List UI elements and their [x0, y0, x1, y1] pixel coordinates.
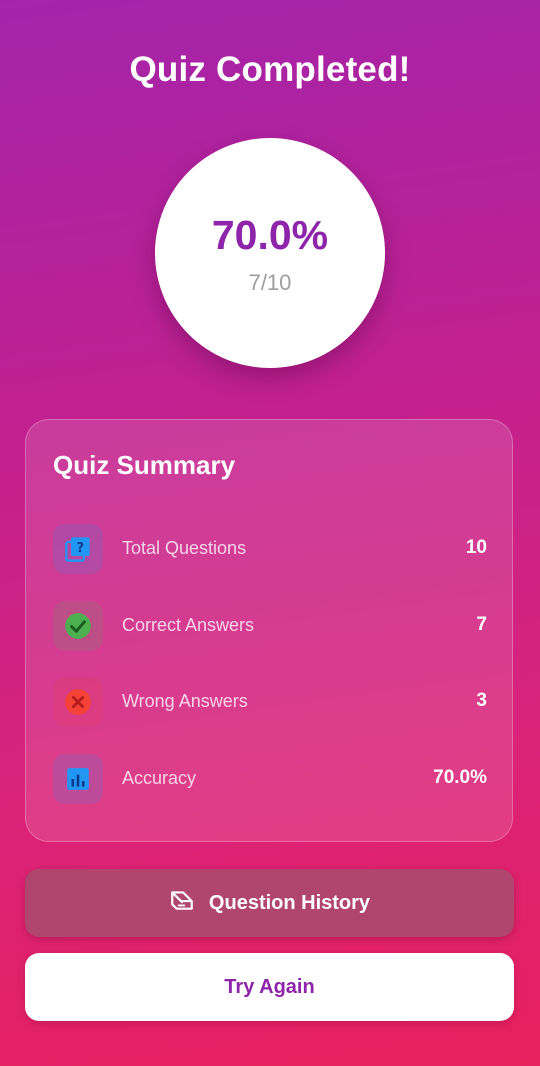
bar-chart-icon — [53, 754, 103, 804]
quiz-icon: ? — [53, 524, 103, 574]
score-percent: 70.0% — [211, 212, 329, 258]
try-again-label: Try Again — [224, 975, 315, 998]
question-history-button[interactable]: Question History — [25, 869, 514, 937]
score-fraction: 7/10 — [248, 270, 292, 295]
question-history-label: Question History — [208, 891, 371, 914]
cancel-circle-icon — [53, 677, 103, 727]
summary-value: 10 — [465, 537, 487, 558]
summary-value: 7 — [476, 614, 487, 635]
quiz-summary-card: Quiz Summary ? Total Questions 10 Correc… — [25, 419, 513, 842]
check-circle-icon — [53, 601, 103, 651]
summary-row-accuracy: Accuracy 70.0% — [53, 754, 487, 804]
summary-label: Correct Answers — [122, 615, 255, 635]
card-title: Quiz Summary — [53, 450, 236, 480]
history-icon — [169, 887, 195, 919]
try-again-button[interactable]: Try Again — [25, 953, 514, 1021]
svg-text:?: ? — [77, 541, 84, 556]
summary-label: Total Questions — [122, 538, 247, 558]
score-circle: 70.0% 7/10 — [155, 138, 385, 368]
summary-label: Wrong Answers — [122, 691, 248, 711]
summary-row-wrong: Wrong Answers 3 — [53, 677, 487, 727]
summary-row-correct: Correct Answers 7 — [53, 601, 487, 651]
summary-row-total: ? Total Questions 10 — [53, 524, 487, 574]
summary-value: 3 — [476, 690, 487, 711]
summary-value: 70.0% — [433, 767, 487, 788]
page-title: Quiz Completed! — [129, 50, 411, 89]
summary-label: Accuracy — [122, 768, 197, 788]
